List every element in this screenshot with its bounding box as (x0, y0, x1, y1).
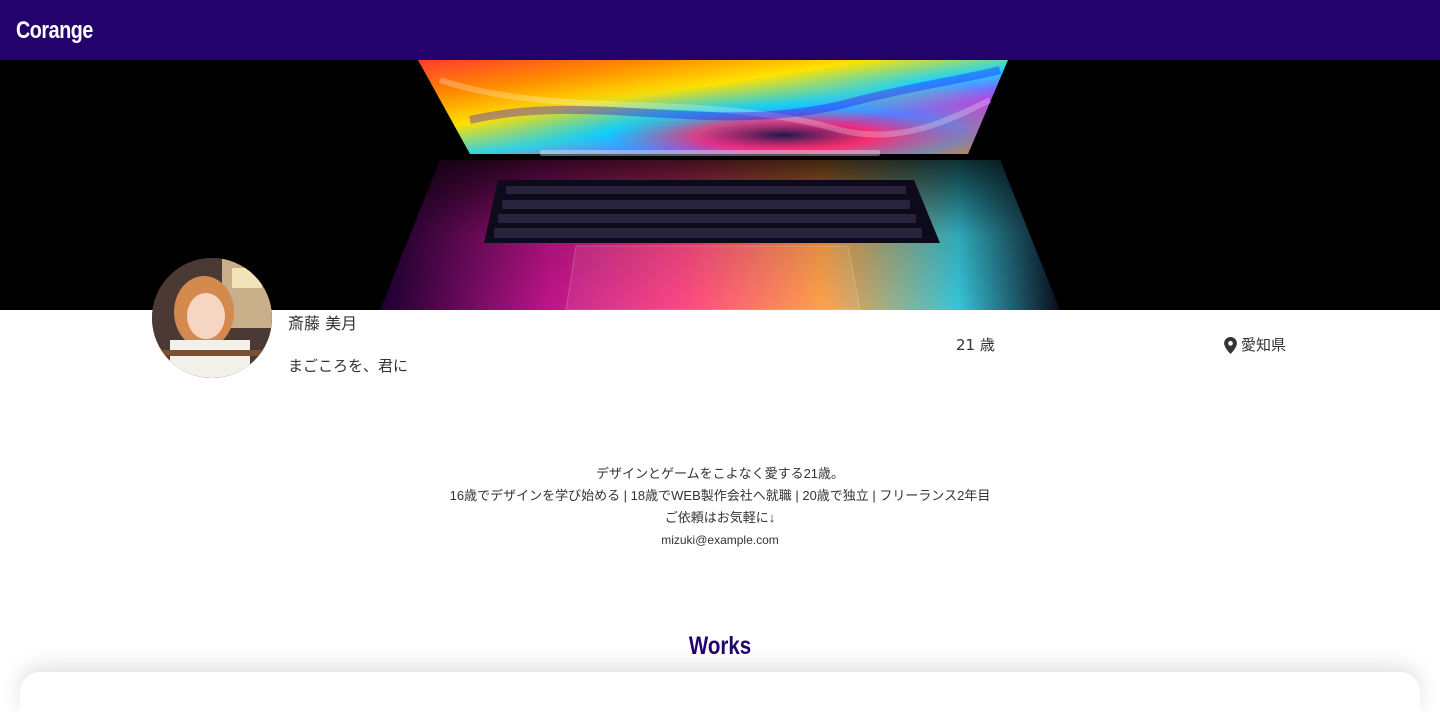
map-pin-icon (1224, 336, 1237, 354)
works-heading: Works (0, 626, 1440, 666)
location-text: 愛知県 (1241, 336, 1287, 354)
avatar-photo (152, 258, 272, 378)
header: Corange (0, 0, 1440, 60)
profile-age: 21 歳 (956, 336, 995, 354)
contact-email[interactable]: mizuki@example.com (0, 529, 1440, 551)
works-title-text: Works (688, 632, 752, 660)
works-card-container (20, 672, 1420, 712)
bio-line-3: ご依頼はお気軽に↓ (664, 510, 776, 525)
profile-tagline: まごころを、君に (288, 357, 409, 375)
bio-section: デザインとゲームをこよなく愛する21歳。 16歳でデザインを学び始める | 18… (0, 463, 1440, 551)
bio-line-2: 16歳でデザインを学び始める | 18歳でWEB製作会社へ就職 | 20歳で独立… (449, 488, 991, 503)
site-logo[interactable]: Corange (16, 14, 93, 48)
profile-avatar (152, 258, 272, 378)
bio-line-1: デザインとゲームをこよなく愛する21歳。 (595, 466, 845, 481)
profile-location: 愛知県 (1224, 334, 1286, 356)
profile-name: 斎藤 美月 (288, 314, 358, 333)
